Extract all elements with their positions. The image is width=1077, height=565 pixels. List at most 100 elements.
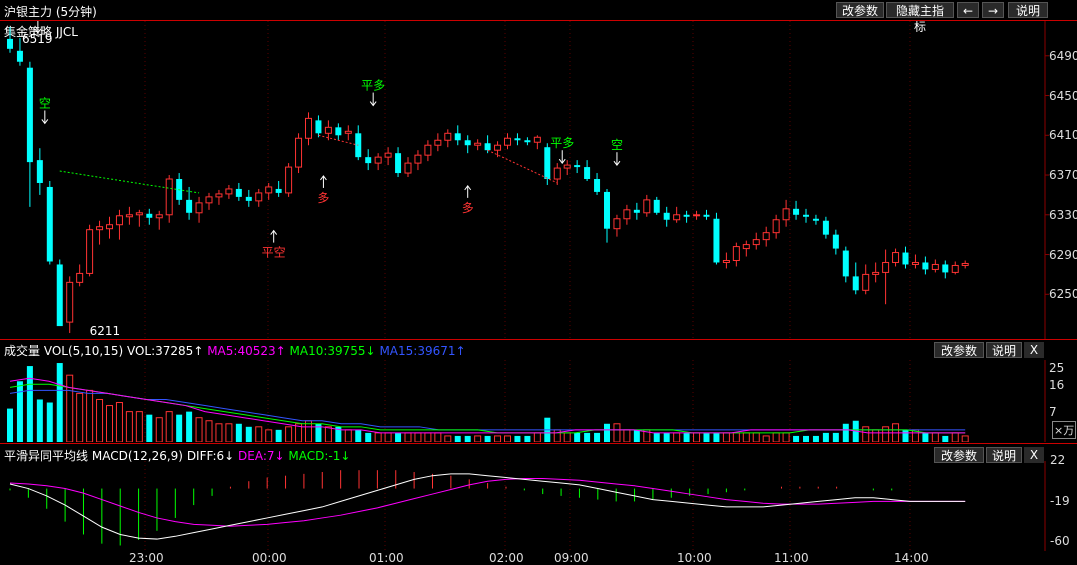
signal-label: 平多 bbox=[361, 79, 385, 93]
candle-body bbox=[514, 138, 521, 141]
volume-bar bbox=[673, 432, 681, 442]
candle-body bbox=[722, 259, 730, 263]
change-params-button[interactable]: 改参数 bbox=[836, 2, 884, 18]
candle-body bbox=[155, 214, 163, 219]
time-tick-label: 00:00 bbox=[252, 551, 287, 565]
volume-bar bbox=[902, 429, 909, 442]
volume-bar bbox=[414, 432, 422, 442]
price-tick-label: 6290 bbox=[1049, 247, 1077, 262]
candle-body bbox=[285, 166, 293, 194]
candle-body bbox=[245, 196, 252, 201]
volume-indicator: VOL(5,10,15) bbox=[43, 344, 124, 358]
candle-body bbox=[86, 229, 94, 274]
volume-bar bbox=[195, 417, 203, 442]
hide-main-indicator-button[interactable]: 隐藏主指标 bbox=[886, 2, 954, 34]
candle-body bbox=[882, 261, 890, 273]
volume-bar bbox=[205, 420, 213, 442]
volume-close-icon[interactable]: X bbox=[1024, 342, 1044, 358]
price-tick-label: 6450 bbox=[1049, 88, 1077, 103]
candle-body bbox=[115, 215, 123, 226]
candle-body bbox=[384, 152, 392, 158]
candle-body bbox=[235, 188, 242, 197]
volume-bar bbox=[613, 423, 621, 442]
candle-body bbox=[812, 218, 819, 221]
volume-bar bbox=[275, 429, 282, 442]
candle-body bbox=[255, 192, 263, 202]
volume-change-params-button[interactable]: 改参数 bbox=[934, 342, 984, 358]
candle-body bbox=[125, 214, 133, 218]
macd-chart[interactable] bbox=[0, 461, 1077, 551]
candle-body bbox=[872, 271, 880, 275]
candle-body bbox=[46, 186, 53, 262]
arrow-right-icon[interactable]: → bbox=[982, 2, 1004, 18]
candle-body bbox=[613, 218, 621, 230]
volume-ma5: MA5:40523↑ bbox=[207, 344, 286, 358]
candle-body bbox=[365, 157, 372, 164]
candle-body bbox=[653, 199, 660, 213]
candle-body bbox=[852, 276, 859, 291]
arrow-left-icon[interactable]: ← bbox=[957, 2, 979, 18]
candle-body bbox=[922, 262, 929, 270]
volume-bar bbox=[882, 426, 890, 442]
candle-body bbox=[832, 234, 839, 249]
volume-bar bbox=[444, 435, 452, 442]
candle-body bbox=[335, 127, 342, 136]
volume-bar bbox=[653, 432, 660, 442]
volume-bar bbox=[732, 432, 740, 442]
volume-bar bbox=[464, 435, 471, 442]
volume-bar bbox=[514, 435, 521, 442]
candle-body bbox=[524, 140, 531, 143]
candle-body bbox=[683, 214, 690, 217]
candle-body bbox=[146, 213, 153, 218]
candle-body bbox=[96, 226, 104, 231]
candle-body bbox=[803, 214, 809, 217]
candle-body bbox=[464, 140, 471, 146]
volume-bar bbox=[125, 411, 133, 442]
volume-bar bbox=[135, 411, 143, 442]
volume-bar bbox=[26, 366, 33, 442]
volume-bar bbox=[106, 405, 113, 442]
candle-body bbox=[732, 246, 740, 261]
volume-bar bbox=[951, 432, 959, 442]
volume-bar bbox=[961, 435, 969, 442]
volume-bar bbox=[285, 426, 293, 442]
volume-bar bbox=[574, 432, 581, 442]
volume-bar bbox=[16, 381, 23, 442]
candle-body bbox=[563, 164, 571, 169]
volume-bar bbox=[584, 432, 591, 442]
candle-body bbox=[26, 67, 33, 163]
price-tick-label: 6410 bbox=[1049, 128, 1077, 143]
volume-ma15-line bbox=[9, 389, 966, 431]
volume-bar bbox=[384, 432, 392, 442]
vol-tick-25: 25 bbox=[1049, 361, 1065, 375]
volume-bar bbox=[165, 411, 173, 442]
candle-body bbox=[434, 139, 442, 146]
candle-body bbox=[504, 137, 511, 146]
volume-bar bbox=[96, 398, 104, 442]
volume-bar bbox=[484, 435, 491, 442]
explain-button[interactable]: 说明 bbox=[1008, 2, 1048, 18]
vol-tick-7: 7 bbox=[1049, 405, 1057, 419]
candle-body bbox=[205, 196, 213, 204]
volume-explain-button[interactable]: 说明 bbox=[986, 342, 1022, 358]
volume-bar bbox=[186, 411, 193, 442]
candle-body bbox=[604, 191, 610, 229]
macd-tick-neg60: -60 bbox=[1050, 534, 1070, 548]
candle-body bbox=[444, 132, 452, 141]
volume-chart[interactable] bbox=[0, 360, 1077, 442]
macd-tick-neg19: -19 bbox=[1050, 494, 1070, 508]
volume-bar bbox=[842, 423, 849, 442]
volume-bar bbox=[86, 389, 94, 442]
candle-body bbox=[892, 252, 900, 263]
volume-label: 成交量 bbox=[4, 344, 41, 358]
volume-bar bbox=[762, 435, 770, 442]
candle-body bbox=[265, 186, 273, 194]
candle-body bbox=[553, 167, 561, 180]
candle-body bbox=[623, 209, 631, 220]
candle-body bbox=[474, 142, 482, 146]
volume-ma15: MA15:39671↑ bbox=[379, 344, 466, 358]
candle-body bbox=[165, 178, 173, 216]
candlestick-chart[interactable]: 平多空平多多平空多平多空65196211 bbox=[0, 21, 1077, 339]
candle-body bbox=[315, 120, 322, 134]
volume-bar bbox=[494, 435, 502, 442]
